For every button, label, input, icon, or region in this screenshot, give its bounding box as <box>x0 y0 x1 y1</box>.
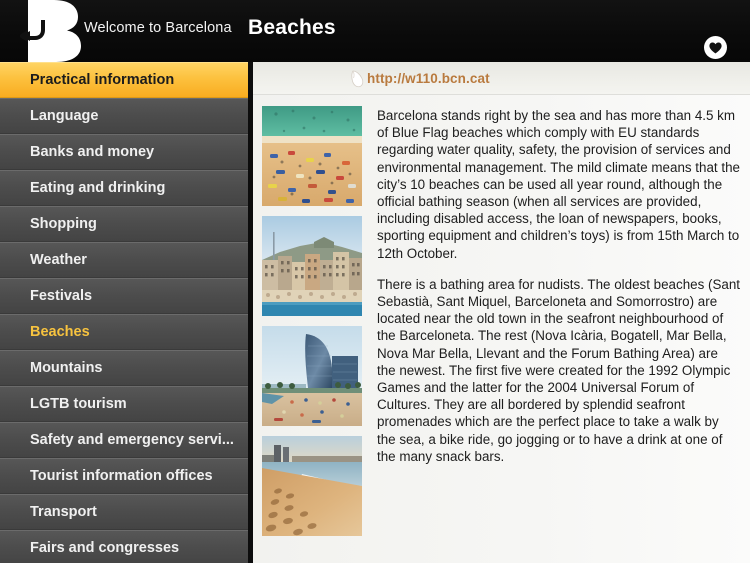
sidebar-item-mountains[interactable]: Mountains <box>0 350 248 386</box>
app-header: Welcome to Barcelona Beaches <box>0 0 750 62</box>
app-window: Welcome to Barcelona Beaches Practical i… <box>0 0 750 563</box>
sidebar-item-weather[interactable]: Weather <box>0 242 248 278</box>
sidebar-item-label: Language <box>30 108 99 124</box>
paragraph: There is a bathing area for nudists. The… <box>377 276 741 464</box>
sidebar-item-label: Banks and money <box>30 144 155 160</box>
sidebar-item-eating-and-drinking[interactable]: Eating and drinking <box>0 170 248 206</box>
sidebar-item-label: Beaches <box>30 324 90 340</box>
aerial-beach-crowd-photo[interactable] <box>262 106 362 206</box>
sidebar-item-label: Transport <box>30 504 97 520</box>
paragraph: Barcelona stands right by the sea and ha… <box>377 108 740 261</box>
sidebar-item-lgtb-tourism[interactable]: LGTB tourism <box>0 386 248 422</box>
sidebar-item-safety-and-emergency-services[interactable]: Safety and emergency servi... <box>0 422 248 458</box>
sidebar-item-label: Mountains <box>30 360 103 376</box>
favorite-button[interactable] <box>704 36 727 59</box>
url-bar[interactable]: http://w110.bcn.cat <box>253 62 750 95</box>
sidebar-item-beaches[interactable]: Beaches <box>0 314 248 350</box>
url-text[interactable]: http://w110.bcn.cat <box>367 71 490 86</box>
sidebar-item-tourist-information-offices[interactable]: Tourist information offices <box>0 458 248 494</box>
sidebar-item-festivals[interactable]: Festivals <box>0 278 248 314</box>
content-panel: http://w110.bcn.cat Barcelona stands rig… <box>253 62 750 563</box>
sidebar-item-label: LGTB tourism <box>30 396 127 412</box>
page-title: Beaches <box>248 16 336 39</box>
sidebar-nav[interactable]: Practical information Language Banks and… <box>0 62 248 563</box>
heart-icon <box>709 42 722 54</box>
sidebar-item-label: Festivals <box>30 288 93 304</box>
sidebar-item-transport[interactable]: Transport <box>0 494 248 530</box>
article-body: Barcelona stands right by the sea and ha… <box>253 95 750 546</box>
sidebar-item-language[interactable]: Language <box>0 98 248 134</box>
sidebar-item-label: Practical information <box>30 72 175 88</box>
footprints-sand-beach-photo[interactable] <box>262 436 362 536</box>
mouse-pointer-icon <box>351 70 367 93</box>
sidebar-item-banks-and-money[interactable]: Banks and money <box>0 134 248 170</box>
sidebar-item-label: Safety and emergency servi... <box>30 432 234 448</box>
w-hotel-beach-photo[interactable] <box>262 326 362 426</box>
sidebar-item-fairs-and-congresses[interactable]: Fairs and congresses <box>0 530 248 563</box>
welcome-label[interactable]: Welcome to Barcelona <box>84 20 232 36</box>
barceloneta-seafront-buildings-photo[interactable] <box>262 216 362 316</box>
article-text-column: Barcelona stands right by the sea and ha… <box>364 106 740 546</box>
sidebar-item-label: Tourist information offices <box>30 468 213 484</box>
barcelona-b-back-arrow-logo <box>20 0 86 62</box>
back-home-logo-button[interactable] <box>14 0 92 62</box>
sidebar-item-label: Weather <box>30 252 87 268</box>
sidebar-item-label: Eating and drinking <box>30 180 166 196</box>
sidebar-item-label: Shopping <box>30 216 97 232</box>
thumbnail-column <box>262 106 364 546</box>
sidebar-item-practical-information[interactable]: Practical information <box>0 62 248 98</box>
sidebar-item-label: Fairs and congresses <box>30 540 180 556</box>
sidebar-item-shopping[interactable]: Shopping <box>0 206 248 242</box>
